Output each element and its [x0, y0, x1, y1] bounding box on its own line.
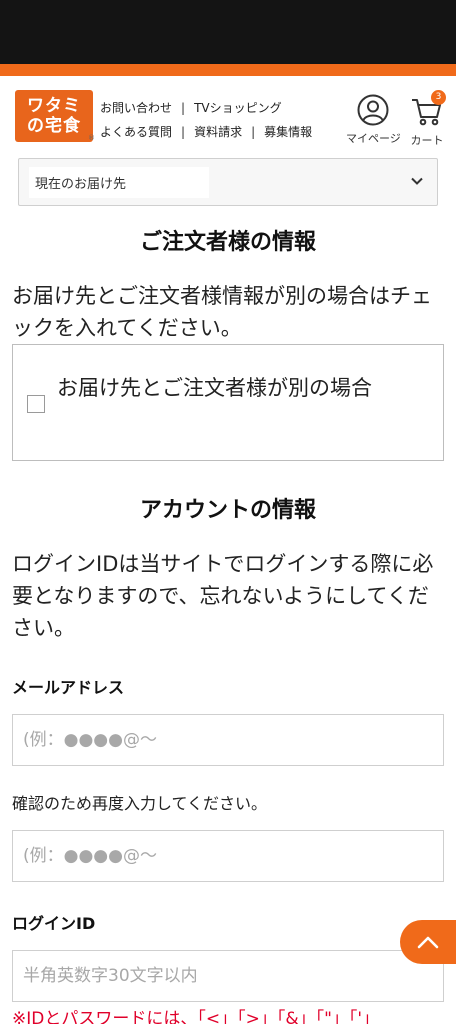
nav-link-recruit[interactable]: 募集情報 [264, 120, 312, 144]
nav-separator: | [181, 101, 186, 115]
delivery-select-value: 現在のお届け先 [29, 166, 209, 198]
email-confirm-input[interactable] [12, 830, 444, 882]
nav-separator: | [251, 125, 256, 139]
nav-link-tv-shopping[interactable]: TVショッピング [194, 96, 282, 120]
account-section-title: アカウントの情報 [139, 498, 316, 523]
scroll-to-top-button[interactable] [400, 920, 456, 964]
delivery-address-select[interactable]: 現在のお届け先 [18, 158, 438, 206]
login-id-label: ログインID [12, 914, 96, 933]
nav-link-faq[interactable]: よくある質問 [100, 120, 172, 144]
nav-link-brochure[interactable]: 資料請求 [194, 120, 242, 144]
site-header: ワタミ の宅食 ® お問い合わせ | TVショッピング よくある質問 | 資料請… [0, 76, 456, 156]
logo-line-2: の宅食 [27, 116, 81, 136]
status-bar [0, 0, 456, 64]
cart-icon-wrap: 3 [410, 90, 446, 128]
header-nav: お問い合わせ | TVショッピング よくある質問 | 資料請求 | 募集情報 [100, 96, 312, 144]
cart-count-badge: 3 [431, 90, 446, 105]
nav-separator: | [181, 125, 186, 139]
nav-link-contact[interactable]: お問い合わせ [100, 96, 172, 120]
user-icon [357, 94, 389, 126]
account-description: ログインIDは当サイトでログインする際に必要となりますので、忘れないようにしてく… [12, 552, 434, 640]
email-input[interactable] [12, 714, 444, 766]
email-label: メールアドレス [12, 678, 125, 697]
chevron-up-icon [417, 936, 439, 949]
accent-bar [0, 64, 456, 76]
separate-orderer-option[interactable]: お届け先とご注文者様が別の場合 [12, 344, 444, 461]
mypage-label: マイページ [346, 132, 401, 145]
login-id-input[interactable] [12, 950, 444, 1002]
logo-line-1: ワタミ [27, 96, 81, 116]
mypage-button[interactable]: マイページ [346, 94, 401, 146]
chevron-down-icon [411, 177, 423, 185]
registered-mark: ® [88, 134, 95, 142]
orderer-section-title: ご注文者様の情報 [139, 230, 316, 255]
separate-orderer-checkbox[interactable] [27, 395, 45, 413]
id-password-note: ※IDとパスワードには、「<」「>」「&」「"」「'」 [12, 1009, 380, 1024]
logo[interactable]: ワタミ の宅食 [15, 90, 93, 142]
nav-row-1: お問い合わせ | TVショッピング [100, 96, 312, 120]
orderer-description: お届け先とご注文者様情報が別の場合はチェックを入れてください。 [12, 284, 432, 340]
separate-orderer-label: お届け先とご注文者様が別の場合 [57, 376, 372, 400]
email-confirm-label: 確認のため再度入力してください。 [12, 794, 268, 813]
cart-button[interactable]: 3 カート [410, 90, 446, 148]
cart-label: カート [410, 134, 444, 147]
nav-row-2: よくある質問 | 資料請求 | 募集情報 [100, 120, 312, 144]
